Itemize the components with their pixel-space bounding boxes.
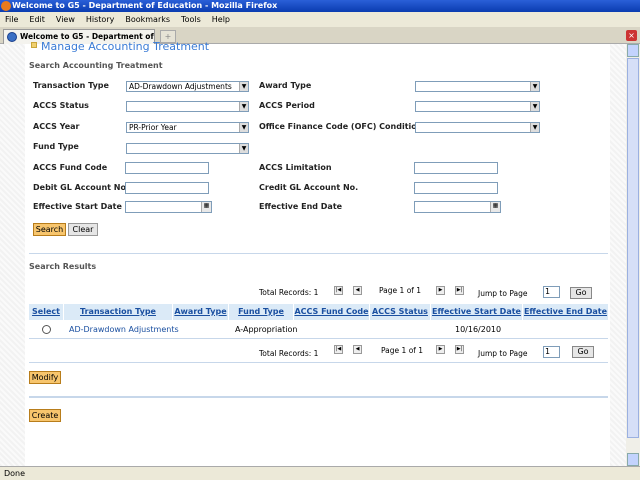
modify-button[interactable]: Modify	[29, 371, 61, 384]
eff-start-label: Effective Start Date	[33, 202, 122, 211]
page-indicator: Page 1 of 1	[381, 346, 424, 355]
col-award-type[interactable]: Award Type	[173, 304, 228, 320]
scroll-up-icon[interactable]	[627, 44, 639, 57]
search-results-title: Search Results	[29, 262, 97, 271]
col-select: Select	[29, 304, 63, 320]
accs-limitation-input[interactable]	[414, 162, 498, 174]
first-page-icon[interactable]: |◀	[334, 286, 343, 295]
award-type-select[interactable]: ▼	[415, 81, 540, 92]
scroll-thumb[interactable]	[627, 58, 639, 438]
award-type-label: Award Type	[259, 81, 312, 90]
col-transaction-type[interactable]: Transaction Type	[64, 304, 172, 320]
ofc-select[interactable]: ▼	[415, 122, 540, 133]
jump-label: Jump to Page	[478, 349, 528, 358]
fund-type-label: Fund Type	[33, 142, 79, 151]
eff-end-input[interactable]: ▦	[414, 201, 501, 213]
page-title: Manage Accounting Treatment	[41, 40, 210, 53]
next-page-icon[interactable]: ▶	[436, 345, 445, 354]
chevron-down-icon: ▼	[239, 144, 248, 153]
close-tab-icon[interactable]: ×	[626, 30, 637, 41]
accs-status-label: ACCS Status	[33, 101, 89, 110]
globe-icon	[7, 32, 17, 42]
menu-bar: File Edit View History Bookmarks Tools Help	[0, 12, 640, 27]
transaction-type-value: AD-Drawdown Adjustments	[129, 82, 232, 91]
prev-page-icon[interactable]: ◀	[353, 286, 362, 295]
debit-gl-label: Debit GL Account No.	[33, 183, 129, 192]
chevron-down-icon: ▼	[239, 102, 248, 111]
select-radio[interactable]	[42, 325, 51, 334]
jump-page-input[interactable]: 1	[543, 346, 560, 358]
chevron-down-icon: ▼	[530, 102, 539, 111]
search-button[interactable]: Search	[33, 223, 66, 236]
calendar-icon[interactable]: ▦	[201, 202, 211, 212]
accs-limitation-label: ACCS Limitation	[259, 163, 332, 172]
chevron-down-icon: ▼	[239, 82, 248, 91]
status-bar: Done	[0, 466, 640, 480]
col-fund-type[interactable]: Fund Type	[229, 304, 293, 320]
fund-type-select[interactable]: ▼	[126, 143, 249, 154]
page-bullet-icon	[31, 42, 37, 48]
window-title-bar: Welcome to G5 - Department of Education …	[0, 0, 640, 12]
accs-year-label: ACCS Year	[33, 122, 80, 131]
go-button[interactable]: Go	[570, 287, 592, 299]
debit-gl-input[interactable]	[125, 182, 209, 194]
fund-type-cell: A-Appropriation	[235, 325, 298, 334]
first-page-icon[interactable]: |◀	[334, 345, 343, 354]
chevron-down-icon: ▼	[530, 82, 539, 91]
total-records: Total Records: 1	[259, 288, 319, 297]
window-title: Welcome to G5 - Department of Education …	[12, 1, 278, 10]
divider	[29, 253, 608, 254]
divider	[29, 362, 608, 363]
create-button[interactable]: Create	[29, 409, 61, 422]
accs-period-label: ACCS Period	[259, 101, 315, 110]
menu-edit[interactable]: Edit	[29, 15, 45, 24]
accs-year-select[interactable]: PR-Prior Year ▼	[126, 122, 249, 133]
chevron-down-icon: ▼	[530, 123, 539, 132]
chevron-down-icon: ▼	[239, 123, 248, 132]
col-effective-start-date[interactable]: Effective Start Date	[431, 304, 522, 320]
menu-tools[interactable]: Tools	[181, 15, 201, 24]
transaction-type-label: Transaction Type	[33, 81, 109, 90]
last-page-icon[interactable]: ▶|	[455, 345, 464, 354]
col-accs-fund-code[interactable]: ACCS Fund Code	[294, 304, 369, 320]
jump-page-input[interactable]: 1	[543, 286, 560, 298]
clear-button[interactable]: Clear	[68, 223, 98, 236]
accs-period-select[interactable]: ▼	[415, 101, 540, 112]
start-date-cell: 10/16/2010	[455, 325, 502, 334]
eff-start-input[interactable]: ▦	[125, 201, 212, 213]
go-button[interactable]: Go	[572, 346, 594, 358]
credit-gl-input[interactable]	[414, 182, 498, 194]
ofc-label: Office Finance Code (OFC) Condition	[259, 122, 423, 131]
search-section-title: Search Accounting Treatment	[29, 61, 163, 70]
menu-history[interactable]: History	[86, 15, 114, 24]
last-page-icon[interactable]: ▶|	[455, 286, 464, 295]
accs-status-select[interactable]: ▼	[126, 101, 249, 112]
menu-file[interactable]: File	[5, 15, 18, 24]
vertical-scrollbar[interactable]	[626, 44, 640, 466]
prev-page-icon[interactable]: ◀	[353, 345, 362, 354]
total-records: Total Records: 1	[259, 349, 319, 358]
credit-gl-label: Credit GL Account No.	[259, 183, 359, 192]
divider	[29, 396, 608, 398]
menu-bookmarks[interactable]: Bookmarks	[125, 15, 170, 24]
jump-label: Jump to Page	[478, 289, 528, 298]
row-divider	[29, 338, 608, 339]
page-indicator: Page 1 of 1	[379, 286, 422, 295]
menu-help[interactable]: Help	[212, 15, 230, 24]
transaction-type-select[interactable]: AD-Drawdown Adjustments ▼	[126, 81, 249, 92]
col-accs-status[interactable]: ACCS Status	[370, 304, 430, 320]
next-page-icon[interactable]: ▶	[436, 286, 445, 295]
scroll-down-icon[interactable]	[627, 453, 639, 466]
accs-fund-code-label: ACCS Fund Code	[33, 163, 108, 172]
accs-year-value: PR-Prior Year	[129, 123, 177, 132]
eff-end-label: Effective End Date	[259, 202, 343, 211]
calendar-icon[interactable]: ▦	[490, 202, 500, 212]
menu-view[interactable]: View	[56, 15, 75, 24]
status-text: Done	[4, 469, 26, 478]
accs-fund-code-input[interactable]	[125, 162, 209, 174]
col-effective-end-date[interactable]: Effective End Date	[523, 304, 608, 320]
transaction-type-link[interactable]: AD-Drawdown Adjustments	[69, 325, 179, 334]
firefox-icon	[1, 1, 11, 11]
